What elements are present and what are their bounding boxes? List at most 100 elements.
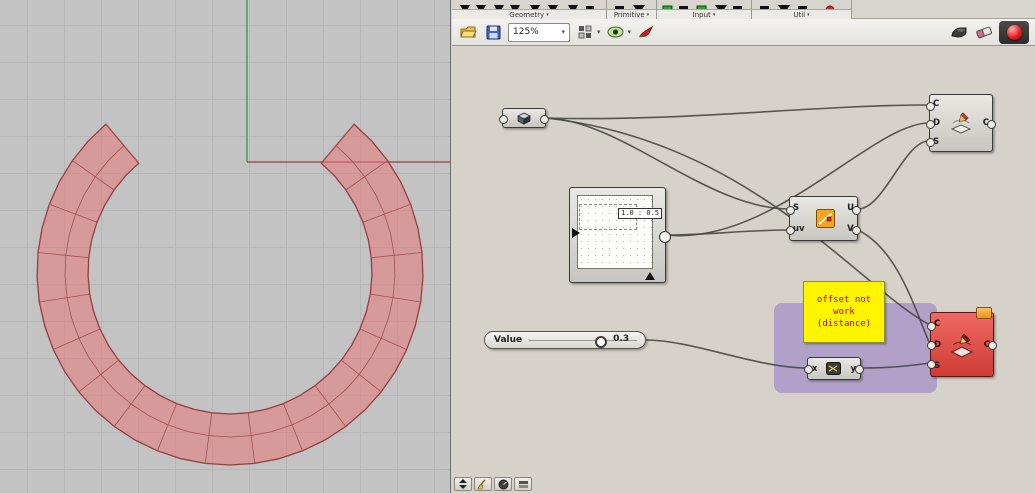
screenshot-root: Geometry ▾ Primitive ▾ Input ▾ Util ▾ 12… [0, 0, 1035, 493]
chevron-down-icon: ▾ [712, 11, 716, 18]
chevron-down-icon[interactable]: ▾ [628, 28, 632, 36]
offset-icon [951, 112, 972, 134]
paint-brush-button[interactable] [636, 22, 656, 42]
offset-surface-error-node[interactable]: C D S C [927, 307, 997, 377]
solver-red-ball-button[interactable] [1006, 24, 1022, 40]
tab-group-primitive[interactable]: Primitive ▾ [607, 0, 657, 19]
sketch-broom-button[interactable] [474, 477, 492, 491]
md-slider-readout: 1.0 : 0.5 [618, 208, 662, 219]
gh-canvas[interactable]: 1.0 : 0.5 S uv U V C D S C offset not wo… [452, 46, 1035, 493]
wire [545, 104, 930, 120]
xy-icon [826, 362, 842, 375]
floppy-save-icon [486, 25, 500, 39]
tab-group-geometry[interactable]: Geometry ▾ [452, 0, 607, 19]
chevron-down-icon: ▾ [807, 11, 810, 18]
wire [645, 339, 808, 369]
node-icon-area [943, 95, 980, 151]
chevron-down-icon: ▾ [546, 11, 549, 18]
offset-surface-geometry[interactable] [36, 123, 424, 466]
offset-icon-error [951, 332, 974, 358]
geometry-cube-icon [517, 112, 531, 125]
tab-label-text: Util [793, 10, 806, 19]
sketch-tool-button[interactable] [949, 22, 969, 42]
stack-icon [518, 480, 528, 488]
wire [857, 140, 930, 210]
folder-open-icon [459, 26, 477, 38]
wire [860, 362, 931, 369]
open-file-button[interactable] [458, 22, 478, 42]
note-line: offset not work [816, 295, 872, 317]
param-input-pin[interactable] [499, 115, 508, 124]
md-slider-node[interactable]: 1.0 : 0.5 [569, 187, 671, 283]
input-pin-C[interactable] [927, 322, 936, 331]
navigate-grid-icon [578, 25, 592, 39]
input-pin-x[interactable] [804, 365, 813, 374]
solver-panel [999, 20, 1029, 44]
broom-icon [477, 479, 486, 489]
param-output-pin[interactable] [540, 115, 549, 124]
slider-track[interactable]: 0.3 [529, 332, 645, 348]
input-pin-S[interactable] [926, 138, 935, 147]
output-pin-C[interactable] [988, 341, 997, 350]
input-pin-D[interactable] [926, 120, 935, 129]
tab-label-text: Primitive [613, 10, 645, 19]
output-pin-U[interactable] [852, 206, 861, 215]
output-pin-y[interactable] [855, 365, 864, 374]
input-pin-D[interactable] [927, 341, 936, 350]
tab-label-geometry[interactable]: Geometry ▾ [452, 9, 606, 19]
triangle-right-icon[interactable] [572, 228, 580, 238]
chevron-down-icon[interactable]: ▾ [597, 28, 601, 36]
canvas-toolbar: 125% ▾ ▾ ▾ [452, 19, 1035, 46]
slider-name: Value [494, 335, 523, 345]
preview-eye-button[interactable] [606, 22, 626, 42]
note-line: (distance) [816, 319, 872, 329]
slider-grip[interactable] [595, 336, 608, 348]
node-icon-area [808, 197, 845, 240]
note-panel[interactable]: offset not work (distance) [803, 281, 885, 343]
save-file-button[interactable] [483, 22, 503, 42]
input-pin-S[interactable] [786, 206, 795, 215]
zoom-select[interactable]: 125% ▾ [508, 22, 570, 42]
tab-bar-empty [852, 0, 1035, 19]
offset-surface-node[interactable]: C D S C [926, 94, 996, 152]
error-balloon-icon[interactable] [976, 307, 992, 319]
rhino-viewport[interactable] [0, 0, 451, 493]
tab-group-util[interactable]: Util ▾ [752, 0, 852, 19]
input-pin-uv[interactable] [786, 226, 795, 235]
component-tab-bar: Geometry ▾ Primitive ▾ Input ▾ Util ▾ [452, 0, 1035, 19]
gauge-widget-button[interactable] [494, 477, 512, 491]
gauge-icon [498, 479, 508, 489]
evaluate-surface-icon [816, 209, 836, 228]
output-pin-C[interactable] [987, 120, 996, 129]
evaluate-surface-node[interactable]: S uv U V [786, 196, 861, 241]
tab-label-text: Geometry [509, 10, 545, 19]
node-icon-area [944, 313, 981, 376]
tab-group-input[interactable]: Input ▾ [657, 0, 752, 19]
canvas-widget-toolbar [454, 477, 532, 491]
chevron-down-icon: ▾ [646, 11, 650, 18]
input-pin-S[interactable] [927, 360, 936, 369]
zoom-value: 125% [513, 27, 539, 37]
red-brush-icon [639, 25, 654, 38]
tab-label-primitive[interactable]: Primitive ▾ [607, 9, 656, 19]
input-pin-C[interactable] [926, 102, 935, 111]
xy-component-node[interactable]: x y [804, 357, 864, 380]
panel-toggle-button[interactable] [454, 477, 472, 491]
slider-value: 0.3 [613, 334, 630, 344]
tab-label-text: Input [692, 10, 711, 19]
md-slider-output-grip[interactable] [659, 231, 671, 243]
eraser-icon [976, 26, 993, 39]
geometry-param-node[interactable] [499, 108, 549, 128]
navigate-canvas-button[interactable] [575, 22, 595, 42]
sketch-tool-icon [951, 27, 967, 38]
value-slider[interactable]: Value 0.3 [484, 331, 646, 349]
triangle-up-icon[interactable] [645, 272, 655, 280]
up-down-arrows-icon [459, 479, 467, 489]
tab-label-input[interactable]: Input ▾ [657, 9, 751, 19]
eraser-button[interactable] [974, 22, 994, 42]
widget-button[interactable] [514, 477, 532, 491]
grasshopper-window: Geometry ▾ Primitive ▾ Input ▾ Util ▾ 12… [452, 0, 1035, 493]
tab-label-util[interactable]: Util ▾ [752, 9, 851, 19]
viewport-drawing [36, 0, 451, 466]
output-pin-V[interactable] [852, 226, 861, 235]
